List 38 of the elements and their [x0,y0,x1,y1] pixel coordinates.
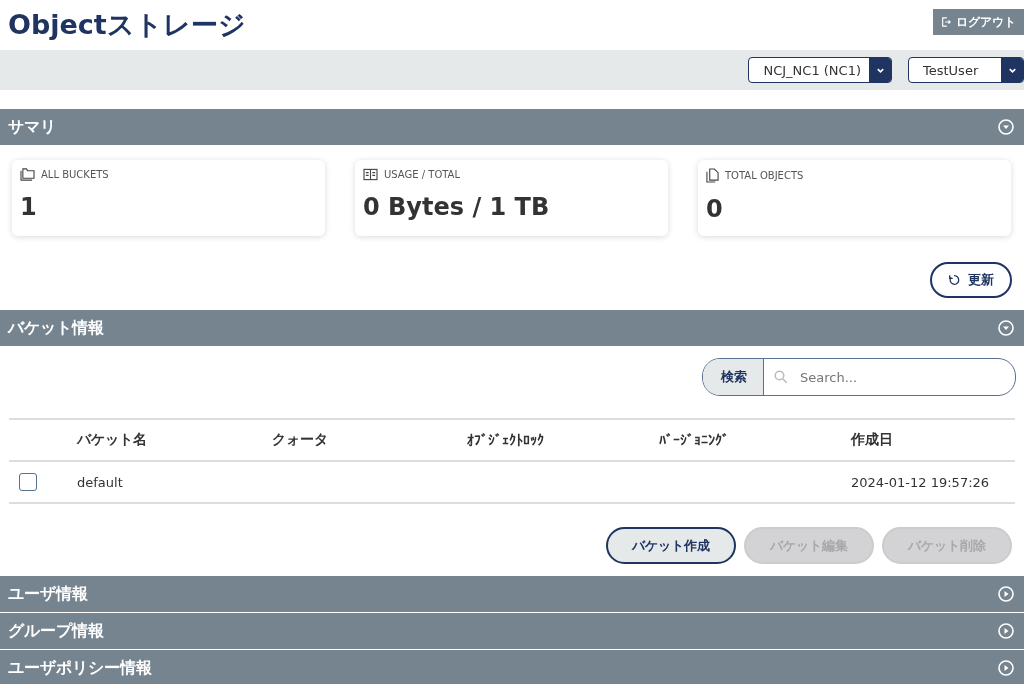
refresh-button[interactable]: 更新 [930,262,1012,298]
table-cell: default [77,474,123,490]
section-header[interactable]: サマリ [0,109,1024,145]
column-header: ｵﾌﾞｼﾞｪｸﾄﾛｯｸ [466,419,658,461]
section-header[interactable]: グループ情報 [0,613,1024,649]
expand-icon[interactable] [998,660,1014,676]
folders-icon [20,168,35,181]
expand-icon[interactable] [998,623,1014,639]
section-header[interactable]: バケット情報 [0,310,1024,346]
documents-icon [706,168,719,183]
search-icon [774,370,788,384]
checkbox[interactable] [19,473,37,491]
card-value: 0 Bytes / 1 TB [363,193,551,221]
section-header[interactable]: ユーザ情報 [0,576,1024,612]
logout-icon [941,17,951,27]
column-header: 作成日 [850,419,1015,461]
logout-button[interactable]: ログアウト [933,9,1024,35]
column-header: バケット名 [76,419,271,461]
column-header: ﾊﾞｰｼﾞｮﾆﾝｸﾞ [658,419,850,461]
storage-icon [363,168,378,181]
refresh-icon [948,274,960,286]
collapse-icon[interactable] [998,119,1014,135]
card-value: 0 [706,195,724,223]
collapse-icon[interactable] [998,320,1014,336]
search-bar[interactable]: 検索 Search... [702,358,1016,396]
page-title: Objectストレージ [8,8,246,42]
section-header[interactable]: ユーザポリシー情報 [0,650,1024,684]
dropdown[interactable]: NCJ_NC1 (NC1) [748,57,892,83]
card-value: 1 [20,193,38,221]
search-button[interactable]: 検索 [703,359,764,395]
table-cell: 2024-01-12 19:57:26 [851,474,990,490]
card-label: TOTAL OBJECTS [725,170,804,181]
action-button[interactable]: バケット作成 [606,527,736,564]
dropdown[interactable]: TestUser [908,57,1024,83]
card-label: ALL BUCKETS [41,169,109,180]
card-label: USAGE / TOTAL [384,169,461,180]
expand-icon[interactable] [998,586,1014,602]
column-header: クォータ [271,419,466,461]
